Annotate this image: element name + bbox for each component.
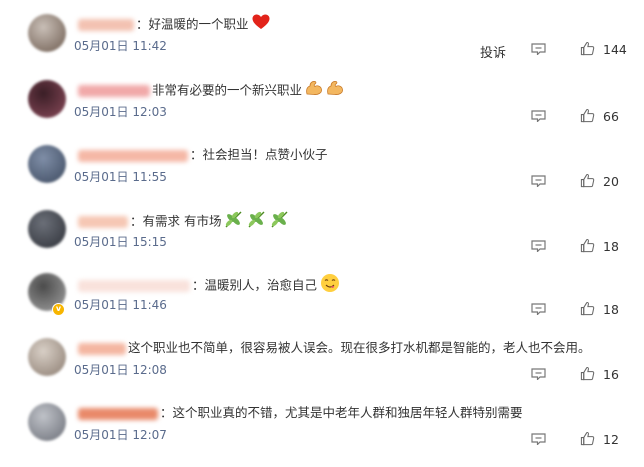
emoji-group (249, 14, 270, 32)
reply-icon[interactable] (531, 368, 546, 380)
like-icon[interactable] (580, 41, 595, 56)
like-count: 144 (603, 42, 627, 57)
like-count: 18 (603, 302, 619, 317)
face-savoring-icon (320, 273, 340, 299)
verified-badge-icon: v (52, 303, 65, 316)
username[interactable] (78, 85, 150, 97)
comment-item: ：温暖别人，治愈自己 05月01日 11:46 18 v (0, 273, 644, 337)
reply-icon[interactable] (531, 43, 546, 55)
avatar[interactable] (28, 145, 66, 183)
herb-icon (247, 210, 267, 234)
comment-time: 05月01日 11:46 (74, 298, 167, 312)
like-icon[interactable] (580, 173, 595, 188)
comment-item: ：好温暖的一个职业 05月01日 11:42 144 投诉 (0, 14, 644, 78)
comment-line: 非常有必要的一个新兴职业 (78, 80, 344, 100)
reply-icon[interactable] (531, 110, 546, 122)
comment-text: ：有需求 有市场 (130, 213, 222, 229)
comment-line: 这个职业也不简单，很容易被人误会。现在很多打水机都是智能的，老人也不会用。 (78, 338, 591, 358)
report-link[interactable]: 投诉 (480, 42, 506, 61)
comment-line: ：温暖别人，治愈自己 (78, 273, 340, 293)
comment-line: ：这个职业真的不错，尤其是中老年人群和独居年轻人群特别需要 (78, 403, 523, 423)
flexed-biceps-icon (305, 80, 323, 102)
like-count: 18 (603, 239, 619, 254)
comment-text: ：温暖别人，治愈自己 (192, 277, 318, 293)
comment-time: 05月01日 12:07 (74, 428, 167, 442)
herb-icon (224, 210, 244, 234)
like-count: 20 (603, 174, 619, 189)
comment-item: ：有需求 有市场 05月01日 15:15 18 (0, 210, 644, 274)
avatar[interactable] (28, 80, 66, 118)
avatar[interactable] (28, 403, 66, 441)
like-icon[interactable] (580, 431, 595, 446)
username[interactable] (78, 407, 158, 420)
like-count: 12 (603, 432, 619, 447)
comment-item: 这个职业也不简单，很容易被人误会。现在很多打水机都是智能的，老人也不会用。 05… (0, 338, 644, 402)
comment-text: 这个职业也不简单，很容易被人误会。现在很多打水机都是智能的，老人也不会用。 (128, 340, 591, 355)
comment-line: ：社会担当！点赞小伙子 (78, 145, 328, 165)
username[interactable] (78, 216, 128, 228)
comment-time: 05月01日 12:03 (74, 105, 167, 119)
reply-icon[interactable] (531, 240, 546, 252)
emoji-group (221, 211, 290, 229)
comment-item: ：社会担当！点赞小伙子 05月01日 11:55 20 (0, 145, 644, 209)
avatar[interactable] (28, 14, 66, 52)
comment-text: 非常有必要的一个新兴职业 (152, 82, 303, 98)
like-count: 66 (603, 109, 619, 124)
comment-line: ：有需求 有市场 (78, 210, 290, 230)
comment-text: ：这个职业真的不错，尤其是中老年人群和独居年轻人群特别需要 (160, 405, 523, 420)
comment-item: 非常有必要的一个新兴职业 05月01日 12:03 66 (0, 80, 644, 144)
reply-icon[interactable] (531, 433, 546, 445)
herb-icon (270, 210, 290, 234)
heart-icon (252, 14, 270, 36)
reply-icon[interactable] (531, 303, 546, 315)
like-count: 16 (603, 367, 619, 382)
flexed-biceps-icon (326, 80, 344, 102)
comment-text: ：好温暖的一个职业 (136, 16, 249, 32)
like-icon[interactable] (580, 301, 595, 316)
emoji-group (302, 81, 344, 98)
comment-item: ：这个职业真的不错，尤其是中老年人群和独居年轻人群特别需要 05月01日 12:… (0, 403, 644, 467)
avatar[interactable] (28, 338, 66, 376)
username[interactable] (78, 280, 190, 292)
like-icon[interactable] (580, 238, 595, 253)
comment-time: 05月01日 12:08 (74, 363, 167, 377)
like-icon[interactable] (580, 366, 595, 381)
comment-text: ：社会担当！点赞小伙子 (190, 147, 328, 162)
username[interactable] (78, 342, 126, 355)
username[interactable] (78, 149, 188, 162)
comment-time: 05月01日 11:42 (74, 39, 167, 53)
like-icon[interactable] (580, 108, 595, 123)
reply-icon[interactable] (531, 175, 546, 187)
emoji-group (317, 274, 340, 293)
avatar[interactable] (28, 210, 66, 248)
comment-line: ：好温暖的一个职业 (78, 14, 270, 34)
comment-time: 05月01日 15:15 (74, 235, 167, 249)
username[interactable] (78, 19, 134, 31)
comment-time: 05月01日 11:55 (74, 170, 167, 184)
